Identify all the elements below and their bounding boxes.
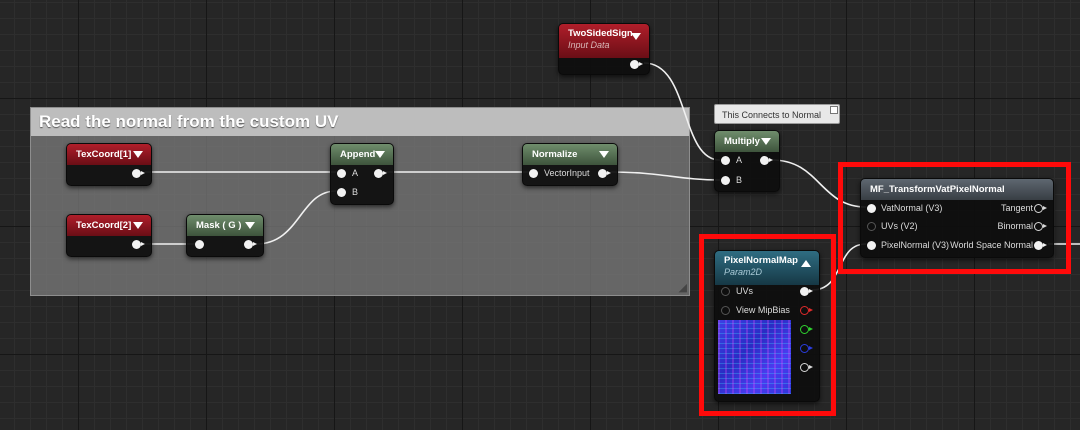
node-append[interactable]: Append A B — [330, 143, 394, 205]
normalize-input-pin[interactable] — [529, 169, 538, 178]
node-append-header[interactable]: Append — [331, 144, 393, 165]
dropdown-triangle-icon[interactable] — [599, 151, 609, 158]
node-normalize-header[interactable]: Normalize — [523, 144, 617, 165]
node-mask[interactable]: Mask ( G ) — [186, 214, 264, 257]
dropdown-triangle-icon[interactable] — [245, 222, 255, 229]
node-comment-text: This Connects to Normal — [722, 110, 822, 120]
append-input-b-pin[interactable] — [337, 188, 346, 197]
node-texcoord2-header[interactable]: TexCoord[2] — [67, 215, 151, 236]
node-two-sided-sign-subtitle: Input Data — [568, 40, 610, 50]
texcoord2-output-pin[interactable] — [132, 240, 145, 249]
resize-grip-icon[interactable]: ◢ — [679, 283, 687, 294]
node-mask-title: Mask ( G ) — [196, 220, 242, 231]
append-input-a-label: A — [352, 168, 359, 178]
node-texcoord1[interactable]: TexCoord[1] — [66, 143, 152, 186]
highlight-box-transform-node — [838, 162, 1071, 274]
node-normalize-title: Normalize — [532, 149, 578, 160]
node-texcoord1-title: TexCoord[1] — [76, 149, 132, 160]
comment-box-title[interactable]: Read the normal from the custom UV — [31, 108, 689, 136]
dropdown-triangle-icon[interactable] — [761, 138, 771, 145]
dropdown-triangle-icon[interactable] — [631, 33, 641, 40]
node-comment-bubble: This Connects to Normal — [714, 104, 840, 124]
node-mask-header[interactable]: Mask ( G ) — [187, 215, 263, 236]
dropdown-triangle-icon[interactable] — [375, 151, 385, 158]
node-two-sided-sign[interactable]: TwoSidedSign Input Data — [558, 23, 650, 75]
append-output-pin[interactable] — [374, 169, 387, 178]
node-multiply[interactable]: Multiply A B — [714, 130, 780, 192]
mask-output-pin[interactable] — [244, 240, 257, 249]
node-texcoord1-header[interactable]: TexCoord[1] — [67, 144, 151, 165]
normalize-input-label: VectorInput — [544, 168, 590, 178]
texcoord1-output-pin[interactable] — [132, 169, 145, 178]
dropdown-triangle-icon[interactable] — [133, 222, 143, 229]
comment-pin-icon[interactable] — [830, 106, 838, 114]
node-texcoord2[interactable]: TexCoord[2] — [66, 214, 152, 257]
node-two-sided-sign-header[interactable]: TwoSidedSign Input Data — [559, 24, 649, 58]
append-input-a-pin[interactable] — [337, 169, 346, 178]
multiply-output-pin[interactable] — [760, 156, 773, 165]
two-sided-sign-output-pin[interactable] — [630, 60, 643, 69]
node-multiply-title: Multiply — [724, 136, 760, 147]
node-texcoord2-title: TexCoord[2] — [76, 220, 132, 231]
multiply-input-a-label: A — [736, 155, 743, 165]
dropdown-triangle-icon[interactable] — [133, 151, 143, 158]
mask-input-pin[interactable] — [195, 240, 204, 249]
multiply-input-a-pin[interactable] — [721, 156, 730, 165]
multiply-input-b-label: B — [736, 175, 743, 185]
node-two-sided-sign-title: TwoSidedSign — [568, 28, 633, 39]
normalize-output-pin[interactable] — [598, 169, 611, 178]
highlight-box-pixel-normal-map — [699, 234, 836, 416]
node-normalize[interactable]: Normalize VectorInput — [522, 143, 618, 186]
append-input-b-label: B — [352, 187, 359, 197]
multiply-input-b-pin[interactable] — [721, 176, 730, 185]
node-multiply-header[interactable]: Multiply — [715, 131, 779, 152]
node-append-title: Append — [340, 149, 376, 160]
